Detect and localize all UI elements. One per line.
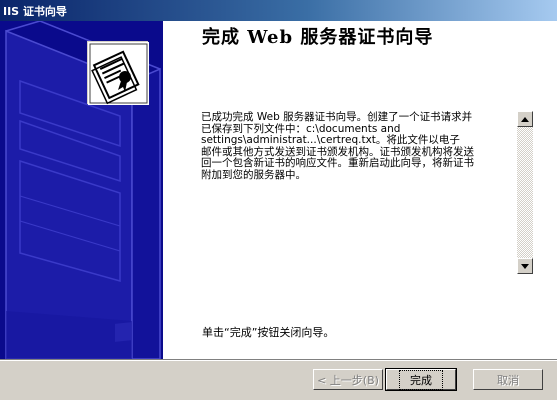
wizard-art-panel	[0, 21, 163, 359]
result-message-box[interactable]: 已成功完成 Web 服务器证书向导。创建了一个证书请求并 已保存到下列文件中：c…	[198, 110, 534, 275]
button-bar: < 上一步(B) 完成 取消	[0, 359, 557, 400]
title-bar[interactable]: IIS 证书向导	[0, 0, 557, 21]
finish-button-label: 完成	[399, 369, 443, 390]
back-button[interactable]: < 上一步(B)	[313, 369, 383, 390]
wizard-content: 完成 Web 服务器证书向导 已成功完成 Web 服务器证书向导。创建了一个证书…	[0, 21, 557, 359]
cancel-button[interactable]: 取消	[473, 369, 543, 390]
result-message-text: 已成功完成 Web 服务器证书向导。创建了一个证书请求并 已保存到下列文件中：c…	[201, 111, 474, 181]
scroll-up-button[interactable]	[517, 111, 533, 127]
scroll-track[interactable]	[517, 127, 533, 258]
scroll-down-button[interactable]	[517, 258, 533, 274]
finish-button[interactable]: 完成	[385, 368, 457, 391]
window-title: IIS 证书向导	[3, 4, 67, 18]
wizard-heading: 完成 Web 服务器证书向导	[202, 27, 434, 48]
certificate-icon	[87, 41, 149, 105]
finish-hint-text: 单击“完成”按钮关闭向导。	[202, 326, 335, 339]
iis-certificate-wizard-dialog: IIS 证书向导 完成 Web 服务器证书向导 已成功完成 Web 服务器证书向…	[0, 0, 557, 400]
separator-highlight	[0, 360, 557, 361]
vertical-scrollbar[interactable]	[517, 111, 533, 274]
arrow-down-icon	[521, 263, 529, 269]
arrow-up-icon	[521, 116, 529, 122]
